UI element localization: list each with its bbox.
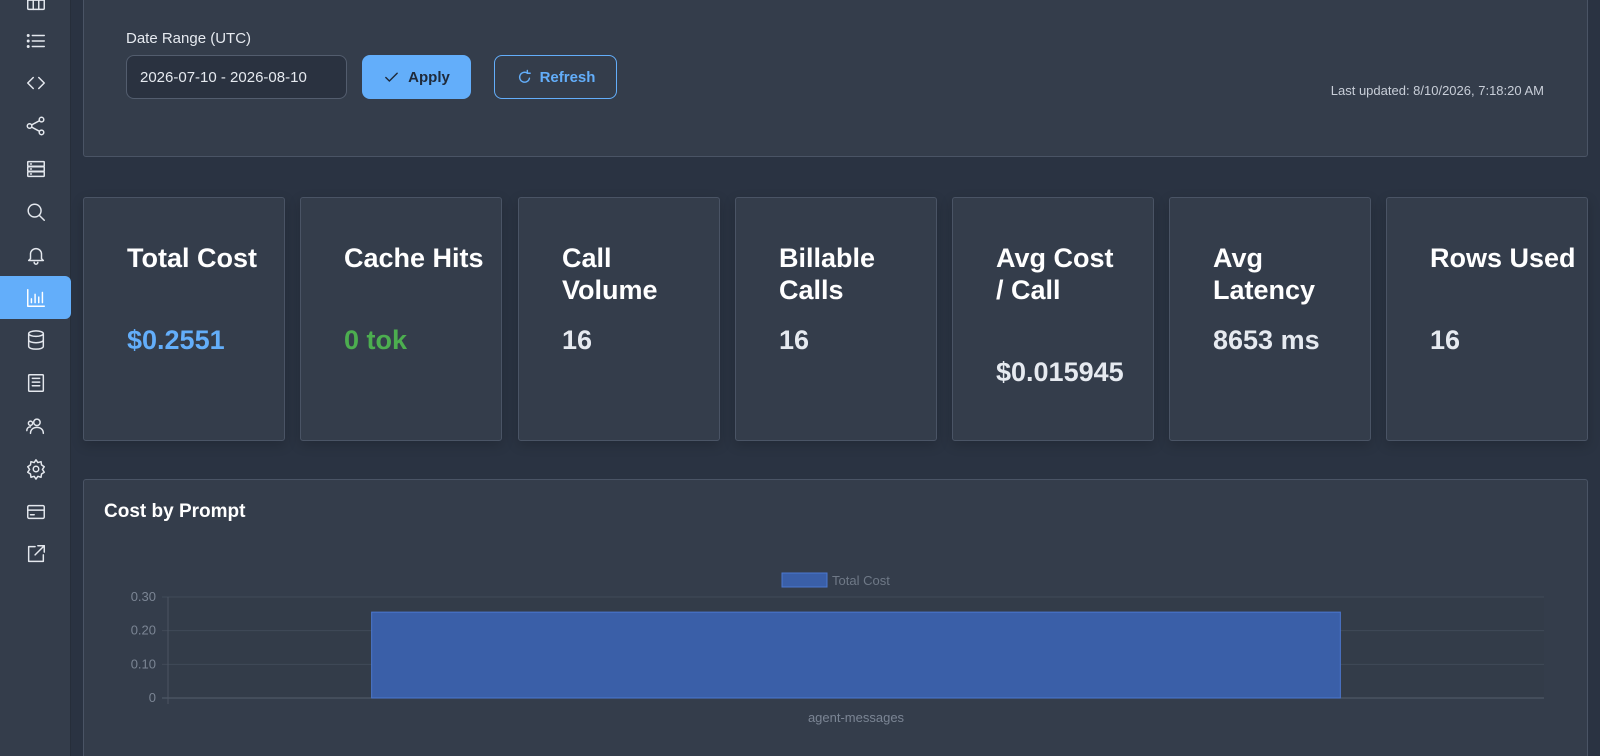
credit-card-icon [26, 504, 45, 519]
sidebar-item-alerts[interactable] [0, 233, 71, 276]
stat-title: Rows Used [1430, 243, 1576, 273]
y-tick-label: 0.20 [131, 623, 156, 638]
server-icon [26, 160, 45, 177]
stat-card-call-volume: Call Volume 16 [518, 197, 720, 441]
stat-title: Avg Latency [1213, 243, 1316, 305]
stat-value: 0 tok [344, 325, 408, 355]
table-icon [26, 0, 45, 10]
apply-button[interactable]: Apply [362, 55, 471, 99]
stat-title: Billable Calls [779, 243, 876, 305]
sidebar-item-share[interactable] [0, 104, 71, 147]
y-tick-label: 0.10 [131, 656, 156, 671]
share-icon [26, 116, 45, 135]
sidebar-item-server[interactable] [0, 147, 71, 190]
refresh-button-label: Refresh [539, 68, 596, 86]
date-range-label: Date Range (UTC) [126, 30, 252, 47]
refresh-icon [518, 69, 531, 83]
x-tick-label: agent-messages [808, 710, 905, 725]
book-icon [27, 373, 44, 392]
stat-title: Call Volume [562, 243, 658, 305]
stat-value: $0.2551 [127, 325, 225, 355]
sidebar [0, 0, 71, 756]
sidebar-item-search[interactable] [0, 190, 71, 233]
stat-value: $0.015945 [996, 357, 1124, 387]
users-icon [25, 417, 44, 434]
stat-card-avg-latency: Avg Latency 8653 ms [1169, 197, 1371, 441]
y-tick-label: 0 [149, 690, 156, 705]
stat-title: Avg Cost / Call [996, 243, 1114, 305]
stat-title: Cache Hits [344, 243, 484, 273]
cost-by-prompt-chart: 0 0.10 0.20 0.30 agent-messages Total Cost [131, 572, 1544, 725]
y-tick-label: 0.30 [131, 589, 156, 604]
stat-card-avg-cost-per-call: Avg Cost / Call $0.015945 [952, 197, 1154, 441]
list-icon [26, 33, 45, 48]
stat-value: 16 [779, 325, 810, 355]
date-range-input[interactable] [126, 55, 347, 99]
refresh-button[interactable]: Refresh [494, 55, 617, 99]
stat-value: 16 [1430, 325, 1461, 355]
stat-card-total-cost: Total Cost $0.2551 [83, 197, 285, 441]
sidebar-item-billing[interactable] [0, 490, 71, 533]
check-icon [385, 72, 399, 82]
stat-card-billable-calls: Billable Calls 16 [735, 197, 937, 441]
bell-icon [27, 247, 44, 265]
stat-card-cache-hits: Cache Hits 0 tok [300, 197, 502, 441]
stat-card-rows-used: Rows Used 16 [1386, 197, 1588, 441]
legend-swatch [781, 572, 828, 588]
sidebar-item-settings[interactable] [0, 447, 71, 490]
bar-chart-icon [26, 288, 45, 307]
apply-button-label: Apply [408, 68, 450, 86]
sidebar-item-code[interactable] [0, 61, 71, 104]
sidebar-item-users[interactable] [0, 404, 71, 447]
legend-label: Total Cost [832, 573, 890, 588]
bar [371, 611, 1341, 699]
sidebar-item-docs[interactable] [0, 361, 71, 404]
database-icon [27, 329, 44, 350]
stat-value: 16 [562, 325, 593, 355]
sidebar-item-analytics[interactable] [0, 276, 71, 319]
gear-icon [26, 458, 45, 480]
last-updated-text: Last updated: 8/10/2026, 7:18:20 AM [1330, 83, 1544, 98]
stat-title: Total Cost [127, 243, 257, 273]
cost-by-prompt-card: Cost by Prompt 0 0.10 0.20 0.30 agent-messag… [83, 479, 1588, 756]
sidebar-item-list[interactable] [0, 19, 71, 62]
external-link-icon [27, 544, 45, 562]
sidebar-item-database[interactable] [0, 318, 71, 361]
search-icon [26, 202, 45, 221]
code-icon [26, 76, 45, 89]
stat-value: 8653 ms [1213, 325, 1320, 355]
sidebar-item-external[interactable] [0, 532, 71, 575]
